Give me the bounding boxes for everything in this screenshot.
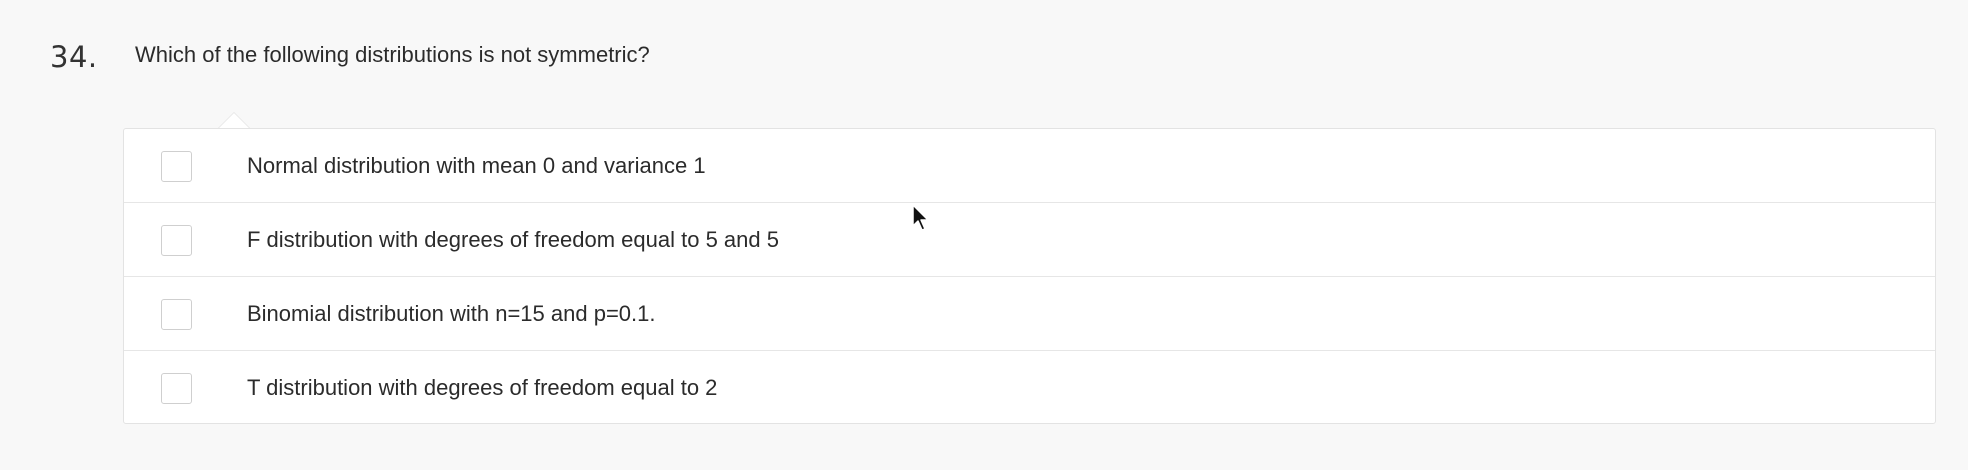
- mouse-pointer-icon: [912, 204, 929, 231]
- option-label: F distribution with degrees of freedom e…: [247, 227, 779, 252]
- option-checkbox[interactable]: [161, 225, 192, 256]
- option-checkbox[interactable]: [161, 373, 192, 404]
- callout-pointer: [217, 112, 251, 129]
- option-label: T distribution with degrees of freedom e…: [247, 375, 718, 400]
- answer-option[interactable]: Binomial distribution with n=15 and p=0.…: [124, 277, 1935, 351]
- answer-option[interactable]: F distribution with degrees of freedom e…: [124, 203, 1935, 277]
- answer-options-list: Normal distribution with mean 0 and vari…: [123, 128, 1936, 424]
- option-label: Binomial distribution with n=15 and p=0.…: [247, 301, 656, 326]
- answer-option[interactable]: T distribution with degrees of freedom e…: [124, 351, 1935, 424]
- question-number: 34.: [50, 40, 98, 74]
- answer-option[interactable]: Normal distribution with mean 0 and vari…: [124, 129, 1935, 203]
- option-checkbox[interactable]: [161, 299, 192, 330]
- option-label: Normal distribution with mean 0 and vari…: [247, 153, 706, 178]
- question-text: Which of the following distributions is …: [135, 42, 650, 67]
- question-block: 34. Which of the following distributions…: [0, 0, 1968, 470]
- option-checkbox[interactable]: [161, 151, 192, 182]
